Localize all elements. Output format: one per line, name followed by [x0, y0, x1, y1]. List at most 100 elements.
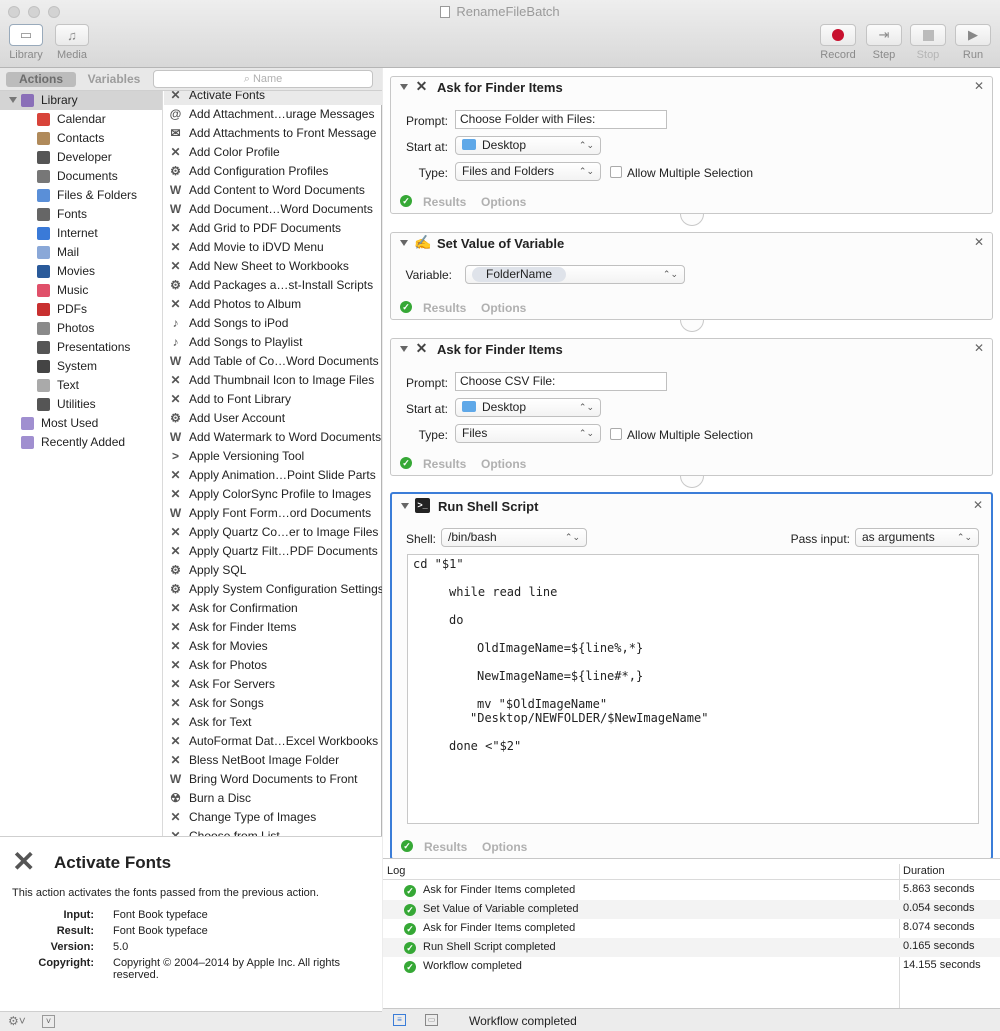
action-item[interactable]: ✕ Add Movie to iDVD Menu	[164, 238, 382, 257]
action-item[interactable]: ✕ AutoFormat Dat…Excel Workbooks	[164, 732, 382, 751]
action-item[interactable]: ✕ Apply ColorSync Profile to Images	[164, 485, 382, 504]
category-item[interactable]: Mail	[0, 243, 162, 262]
media-button[interactable]: ♫ Media	[52, 24, 92, 61]
smart-group-item[interactable]: Recently Added	[0, 433, 162, 452]
action-item[interactable]: ♪ Add Songs to iPod	[164, 314, 382, 333]
gear-icon[interactable]: ⚙˅	[8, 1014, 26, 1028]
category-item[interactable]: Movies	[0, 262, 162, 281]
category-item[interactable]: PDFs	[0, 300, 162, 319]
category-item[interactable]: Internet	[0, 224, 162, 243]
category-item[interactable]: Presentations	[0, 338, 162, 357]
action-card-ask-finder-items-2[interactable]: ✕ Ask for Finder Items ✕ Prompt: Choose CS…	[390, 338, 993, 476]
category-item[interactable]: Utilities	[0, 395, 162, 414]
action-item[interactable]: ⚙ Apply System Configuration Settings	[164, 580, 382, 599]
action-item[interactable]: W Add Content to Word Documents	[164, 181, 382, 200]
variable-popup[interactable]: FolderName ⌃⌄	[465, 265, 685, 284]
category-item[interactable]: Fonts	[0, 205, 162, 224]
action-item[interactable]: ✕ Ask for Movies	[164, 637, 382, 656]
category-item[interactable]: System	[0, 357, 162, 376]
type-popup[interactable]: Files and Folders ⌃⌄	[455, 162, 601, 181]
shell-popup[interactable]: /bin/bash ⌃⌄	[441, 528, 587, 547]
prompt-field[interactable]: Choose CSV File:	[455, 372, 667, 391]
toggle-description-icon[interactable]: ˅	[42, 1015, 55, 1028]
library-button[interactable]: ▭ Library	[6, 24, 46, 61]
start-at-popup[interactable]: Desktop ⌃⌄	[455, 398, 601, 417]
action-item[interactable]: ♪ Add Songs to Playlist	[164, 333, 382, 352]
allow-multiple-checkbox[interactable]	[610, 428, 622, 440]
category-item[interactable]: Music	[0, 281, 162, 300]
action-item[interactable]: ✕ Apply Animation…Point Slide Parts	[164, 466, 382, 485]
category-item[interactable]: Calendar	[0, 110, 162, 129]
options-toggle[interactable]: Options	[481, 301, 526, 315]
action-item[interactable]: ✕ Add to Font Library	[164, 390, 382, 409]
action-item[interactable]: W Apply Font Form…ord Documents	[164, 504, 382, 523]
action-item[interactable]: W Add Document…Word Documents	[164, 200, 382, 219]
action-item[interactable]: @ Add Attachment…urage Messages	[164, 105, 382, 124]
log-column-header[interactable]: Log	[387, 865, 405, 877]
action-item[interactable]: W Add Watermark to Word Documents	[164, 428, 382, 447]
category-library[interactable]: Library	[0, 91, 162, 110]
category-item[interactable]: Files & Folders	[0, 186, 162, 205]
log-row[interactable]: ✓ Ask for Finder Items completed 8.074 sec…	[383, 919, 1000, 938]
action-item[interactable]: > Apple Versioning Tool	[164, 447, 382, 466]
smart-group-item[interactable]: Most Used	[0, 414, 162, 433]
log-row[interactable]: ✓ Set Value of Variable completed 0.054 se…	[383, 900, 1000, 919]
category-item[interactable]: Developer	[0, 148, 162, 167]
category-item[interactable]: Photos	[0, 319, 162, 338]
category-item[interactable]: Documents	[0, 167, 162, 186]
action-card-set-variable[interactable]: ✍ Set Value of Variable ✕ Variable: Folder…	[390, 232, 993, 320]
log-row[interactable]: ✓ Run Shell Script completed 0.165 seconds	[383, 938, 1000, 957]
type-popup[interactable]: Files ⌃⌄	[455, 424, 601, 443]
stop-button[interactable]: Stop	[906, 24, 950, 61]
action-item[interactable]: ✕ Ask for Photos	[164, 656, 382, 675]
collapse-triangle-icon[interactable]	[400, 346, 408, 352]
action-item[interactable]: ✕ Ask for Confirmation	[164, 599, 382, 618]
close-icon[interactable]: ✕	[973, 498, 983, 512]
collapse-triangle-icon[interactable]	[401, 503, 409, 509]
action-item[interactable]: ✉ Add Attachments to Front Message	[164, 124, 382, 143]
duration-column-header[interactable]: Duration	[903, 865, 945, 877]
action-item[interactable]: ⚙ Add Packages a…st-Install Scripts	[164, 276, 382, 295]
action-item[interactable]: ⚙ Apply SQL	[164, 561, 382, 580]
script-editor[interactable]: cd "$1" while read line do OldImageName=…	[407, 554, 979, 824]
log-row[interactable]: ✓ Workflow completed 14.155 seconds	[383, 957, 1000, 976]
action-item[interactable]: ✕ Choose from List	[164, 827, 382, 836]
action-item[interactable]: ✕ Apply Quartz Filt…PDF Documents	[164, 542, 382, 561]
action-card-run-shell-script[interactable]: >_ Run Shell Script ✕ Shell: /bin/bash ⌃⌄ P…	[390, 492, 993, 860]
action-item[interactable]: ⚙ Add Configuration Profiles	[164, 162, 382, 181]
collapse-triangle-icon[interactable]	[400, 240, 408, 246]
results-toggle[interactable]: Results	[423, 457, 466, 471]
run-button[interactable]: ▶ Run	[951, 24, 995, 61]
action-item[interactable]: ✕ Add New Sheet to Workbooks	[164, 257, 382, 276]
action-item[interactable]: ✕ Apply Quartz Co…er to Image Files	[164, 523, 382, 542]
options-toggle[interactable]: Options	[481, 457, 526, 471]
category-item[interactable]: Text	[0, 376, 162, 395]
action-item[interactable]: ✕ Add Color Profile	[164, 143, 382, 162]
options-toggle[interactable]: Options	[481, 195, 526, 209]
record-button[interactable]: Record	[816, 24, 860, 61]
action-item[interactable]: ✕ Ask for Songs	[164, 694, 382, 713]
action-card-ask-finder-items-1[interactable]: ✕ Ask for Finder Items ✕ Prompt: Choose Fo…	[390, 76, 993, 214]
results-toggle[interactable]: Results	[423, 301, 466, 315]
category-item[interactable]: Contacts	[0, 129, 162, 148]
variables-view-icon[interactable]: ▭	[425, 1014, 438, 1026]
log-row[interactable]: ✓ Ask for Finder Items completed 5.863 sec…	[383, 881, 1000, 900]
prompt-field[interactable]: Choose Folder with Files:	[455, 110, 667, 129]
action-item[interactable]: ✕ Ask for Text	[164, 713, 382, 732]
collapse-triangle-icon[interactable]	[400, 84, 408, 90]
results-toggle[interactable]: Results	[424, 840, 467, 854]
action-item[interactable]: W Bring Word Documents to Front	[164, 770, 382, 789]
tab-variables[interactable]: Variables	[80, 72, 148, 87]
action-item[interactable]: ✕ Change Type of Images	[164, 808, 382, 827]
close-icon[interactable]: ✕	[974, 341, 984, 355]
close-icon[interactable]: ✕	[974, 235, 984, 249]
action-item[interactable]: ⚙ Add User Account	[164, 409, 382, 428]
action-item[interactable]: ✕ Activate Fonts	[164, 91, 382, 105]
close-icon[interactable]: ✕	[974, 79, 984, 93]
list-view-icon[interactable]: ≡	[393, 1014, 406, 1026]
action-item[interactable]: ✕ Add Grid to PDF Documents	[164, 219, 382, 238]
step-button[interactable]: ⇥ Step	[862, 24, 906, 61]
action-item[interactable]: ☢ Burn a Disc	[164, 789, 382, 808]
action-item[interactable]: ✕ Ask For Servers	[164, 675, 382, 694]
action-item[interactable]: ✕ Bless NetBoot Image Folder	[164, 751, 382, 770]
